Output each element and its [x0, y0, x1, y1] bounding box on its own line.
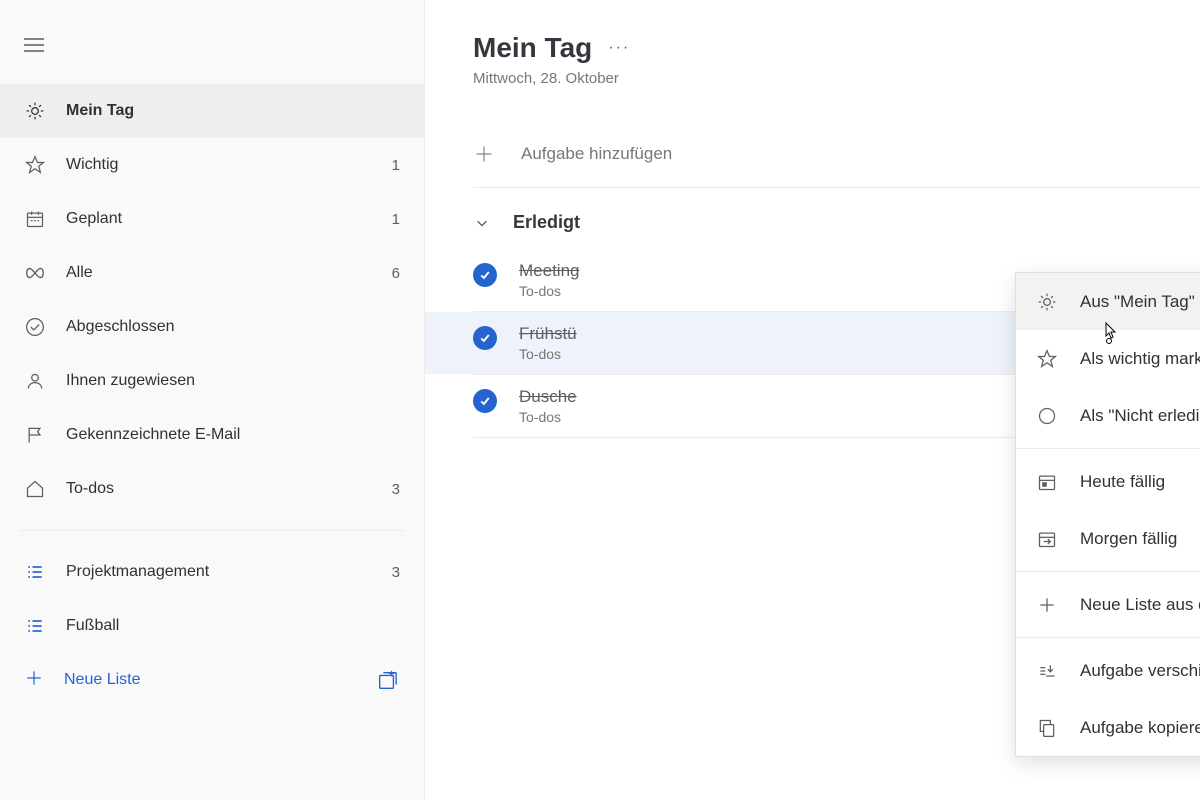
- ctx-label: Heute fällig: [1080, 472, 1200, 492]
- checkmark-icon: [479, 269, 491, 281]
- sidebar-item-label: Projektmanagement: [66, 563, 372, 581]
- flag-icon: [24, 424, 46, 446]
- sidebar-item-label: Geplant: [66, 210, 372, 228]
- ctx-label: Morgen fällig: [1080, 529, 1200, 549]
- divider: [1016, 571, 1200, 572]
- add-task-placeholder: Aufgabe hinzufügen: [521, 144, 672, 164]
- sidebar-item-todos[interactable]: To-dos 3: [0, 462, 424, 516]
- divider: [1016, 448, 1200, 449]
- ctx-label: Neue Liste aus dieser Aufgabe erste…: [1080, 595, 1200, 615]
- new-list-button[interactable]: Neue Liste: [0, 653, 424, 707]
- check-circle-icon: [24, 316, 46, 338]
- calendar-icon: [24, 208, 46, 230]
- move-icon: [1036, 660, 1058, 682]
- ctx-create-list[interactable]: Neue Liste aus dieser Aufgabe erste…: [1016, 576, 1200, 633]
- ctx-remove-from-day[interactable]: Aus "Mein Tag" entfernen: [1016, 273, 1200, 330]
- sidebar-item-all[interactable]: Alle 6: [0, 246, 424, 300]
- ctx-label: Aus "Mein Tag" entfernen: [1080, 292, 1200, 312]
- chevron-down-icon: [473, 214, 491, 232]
- sidebar-item-count: 1: [392, 157, 400, 174]
- page-header: Mein Tag ··· Mittwoch, 28. Oktober: [425, 32, 1200, 87]
- sidebar-item-important[interactable]: Wichtig 1: [0, 138, 424, 192]
- sidebar-item-label: Wichtig: [66, 156, 372, 174]
- home-icon: [24, 478, 46, 500]
- sidebar-item-flagged-mail[interactable]: Gekennzeichnete E-Mail: [0, 408, 424, 462]
- sidebar-item-label: To-dos: [66, 480, 372, 498]
- sidebar-custom-list[interactable]: Fußball: [0, 599, 424, 653]
- person-icon: [24, 370, 46, 392]
- checkmark-icon: [479, 332, 491, 344]
- ctx-label: Aufgabe verschieben in…: [1080, 661, 1200, 681]
- infinity-icon: [24, 262, 46, 284]
- ctx-move-to[interactable]: Aufgabe verschieben in…: [1016, 642, 1200, 699]
- sidebar-item-label: Mein Tag: [66, 102, 400, 120]
- page-title: Mein Tag: [473, 32, 592, 64]
- list-icon: [24, 561, 46, 583]
- sidebar-item-completed[interactable]: Abgeschlossen: [0, 300, 424, 354]
- ctx-copy-to[interactable]: Aufgabe kopieren in…: [1016, 699, 1200, 756]
- context-menu: Aus "Mein Tag" entfernen Als wichtig mar…: [1015, 272, 1200, 757]
- ctx-label: Aufgabe kopieren in…: [1080, 718, 1200, 738]
- divider: [20, 530, 404, 531]
- calendar-arrow-icon: [1036, 528, 1058, 550]
- ctx-due-tomorrow[interactable]: Morgen fällig: [1016, 510, 1200, 567]
- page-date: Mittwoch, 28. Oktober: [473, 70, 1200, 87]
- sidebar-item-count: 6: [392, 265, 400, 282]
- task-checkbox[interactable]: [473, 389, 497, 413]
- sidebar-custom-list[interactable]: Projektmanagement 3: [0, 545, 424, 599]
- divider: [1016, 637, 1200, 638]
- sidebar-item-my-day[interactable]: Mein Tag: [0, 84, 424, 138]
- sidebar-item-assigned[interactable]: Ihnen zugewiesen: [0, 354, 424, 408]
- sidebar-item-count: 3: [392, 564, 400, 581]
- sidebar-item-label: Gekennzeichnete E-Mail: [66, 426, 400, 444]
- sidebar-item-count: 3: [392, 481, 400, 498]
- section-title: Erledigt: [513, 212, 580, 233]
- sidebar: Mein Tag Wichtig 1 Geplant 1 Alle 6 Abge…: [0, 0, 425, 800]
- sun-remove-icon: [1036, 291, 1058, 313]
- plus-icon: [473, 143, 495, 165]
- divider: [473, 187, 1200, 188]
- plus-icon: [24, 668, 44, 692]
- list-icon: [24, 615, 46, 637]
- sidebar-item-label: Alle: [66, 264, 372, 282]
- star-icon: [1036, 348, 1058, 370]
- sun-icon: [24, 100, 46, 122]
- menu-toggle-button[interactable]: [0, 32, 424, 62]
- main-content: Mein Tag ··· Mittwoch, 28. Oktober Aufga…: [425, 0, 1200, 800]
- ctx-label: Als wichtig markieren: [1080, 349, 1200, 369]
- plus-icon: [1036, 594, 1058, 616]
- sidebar-item-planned[interactable]: Geplant 1: [0, 192, 424, 246]
- calendar-today-icon: [1036, 471, 1058, 493]
- task-checkbox[interactable]: [473, 263, 497, 287]
- star-icon: [24, 154, 46, 176]
- ctx-due-today[interactable]: Heute fällig: [1016, 453, 1200, 510]
- list-options-button[interactable]: ···: [608, 39, 630, 57]
- ctx-label: Als "Nicht erledigt" markieren: [1080, 406, 1200, 426]
- circle-icon: [1036, 405, 1058, 427]
- task-checkbox[interactable]: [473, 326, 497, 350]
- sidebar-item-count: 1: [392, 211, 400, 228]
- copy-icon: [1036, 717, 1058, 739]
- ctx-mark-incomplete[interactable]: Als "Nicht erledigt" markieren: [1016, 387, 1200, 444]
- sidebar-item-label: Fußball: [66, 617, 400, 635]
- add-task-input[interactable]: Aufgabe hinzufügen: [425, 127, 1200, 181]
- new-group-button[interactable]: [374, 667, 400, 693]
- completed-section-toggle[interactable]: Erledigt: [425, 212, 1200, 233]
- new-list-label: Neue Liste: [64, 671, 354, 689]
- ctx-mark-important[interactable]: Als wichtig markieren: [1016, 330, 1200, 387]
- sidebar-item-label: Abgeschlossen: [66, 318, 400, 336]
- sidebar-item-label: Ihnen zugewiesen: [66, 372, 400, 390]
- hamburger-icon: [24, 38, 44, 52]
- checkmark-icon: [479, 395, 491, 407]
